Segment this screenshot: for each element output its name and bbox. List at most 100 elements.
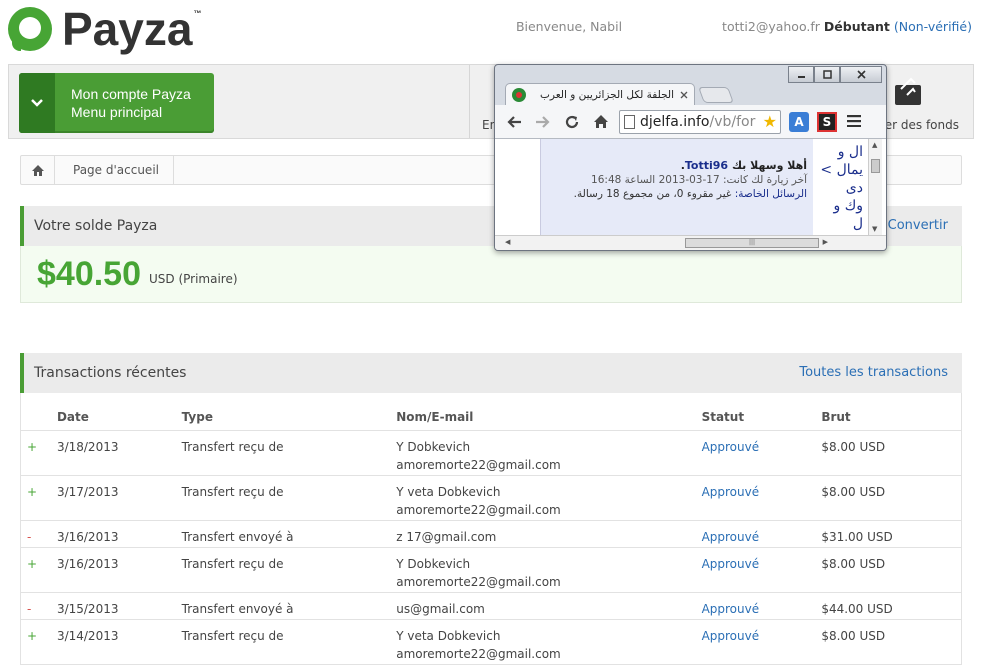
tx-type: Transfert reçu de: [181, 557, 284, 571]
tab-title: الجلفة لكل الجزائريين و العرب: [540, 88, 674, 101]
page-icon: [624, 114, 635, 129]
tx-status-link[interactable]: Approuvé: [702, 627, 822, 664]
col-name-email[interactable]: Nom/E-mail: [396, 410, 701, 424]
browser-tab[interactable]: الجلفة لكل الجزائريين و العرب: [505, 83, 695, 105]
tx-status-link[interactable]: Approuvé: [702, 438, 822, 475]
table-row[interactable]: - 3/16/2013 Transfert envoyé à z 17@gmai…: [21, 521, 961, 548]
side-line[interactable]: ل: [813, 215, 863, 233]
table-row[interactable]: + 3/14/2013 Transfert reçu de Y veta Dob…: [21, 620, 961, 665]
tx-email: us@gmail.com: [396, 602, 485, 616]
back-arrow-icon[interactable]: [503, 111, 525, 133]
username-link[interactable]: Totti96: [685, 159, 728, 172]
tab-close-icon[interactable]: [680, 88, 688, 102]
scroll-thumb[interactable]: |||: [685, 238, 819, 248]
last-visit: آخر زيارة لك كانت: 17-03-2013 الساعة 16:…: [591, 174, 807, 186]
tx-status-link[interactable]: Approuvé: [702, 528, 822, 547]
tx-email: z 17@gmail.com: [396, 530, 497, 544]
side-line[interactable]: ال و: [813, 143, 863, 161]
table-row[interactable]: - 3/15/2013 Transfert envoyé à us@gmail.…: [21, 593, 961, 620]
s-extension-icon[interactable]: S: [817, 111, 837, 132]
translate-extension-icon[interactable]: A: [789, 111, 809, 132]
side-line[interactable]: يمال >: [813, 161, 863, 179]
payza-logo[interactable]: Payza™: [8, 3, 201, 55]
divider: [469, 65, 470, 138]
welcome-line: أهلا وسهلا بك Totti96.: [680, 159, 807, 172]
maximize-icon[interactable]: [814, 66, 840, 83]
col-gross[interactable]: Brut: [821, 410, 961, 424]
balance-amount: $40.50: [37, 254, 141, 293]
tx-name: Y veta Dobkevich: [396, 629, 501, 643]
account-level: Débutant: [823, 19, 890, 34]
transactions-header: Transactions récentes Toutes les transac…: [20, 353, 962, 393]
user-info: Bienvenue, Nabil totti2@yahoo.fr Débutan…: [516, 19, 972, 34]
tx-name: Y Dobkevich: [396, 557, 471, 571]
tx-type: Transfert reçu de: [181, 629, 284, 643]
browser-window[interactable]: الجلفة لكل الجزائريين و العرب djelfa.inf…: [494, 64, 887, 251]
tx-name: Y Dobkevich: [396, 440, 471, 454]
address-bar[interactable]: djelfa.info/vb/for ★: [619, 109, 781, 134]
all-transactions-link[interactable]: Toutes les transactions: [799, 365, 948, 380]
tx-date: 3/15/2013: [56, 602, 119, 616]
breadcrumb-item-home[interactable]: Page d'accueil: [55, 156, 174, 184]
welcome-panel: أهلا وسهلا بك Totti96. آخر زيارة لك كانت…: [541, 139, 813, 235]
reload-icon[interactable]: [561, 111, 583, 133]
tx-status-link[interactable]: Approuvé: [702, 555, 822, 592]
scroll-left-icon[interactable]: ◀: [505, 238, 510, 246]
tx-amount: $31.00 USD: [821, 530, 893, 544]
table-row[interactable]: + 3/16/2013 Transfert reçu de Y Dobkevic…: [21, 548, 961, 593]
main-menu-button[interactable]: Mon compte Payza Menu principal: [19, 73, 214, 133]
convert-link[interactable]: Convertir: [888, 218, 948, 233]
menu-subtitle: Menu principal: [71, 104, 163, 120]
new-tab-button[interactable]: [698, 87, 734, 103]
payza-logo-icon: [8, 7, 52, 51]
home-icon[interactable]: [590, 111, 612, 133]
tx-amount: $8.00 USD: [821, 440, 886, 454]
scroll-thumb[interactable]: [871, 159, 880, 173]
bookmark-star-icon[interactable]: ★: [763, 112, 777, 131]
browser-content: أهلا وسهلا بك Totti96. آخر زيارة لك كانت…: [495, 139, 886, 235]
forward-arrow-icon[interactable]: [532, 111, 554, 133]
tx-date: 3/16/2013: [56, 530, 119, 544]
tx-amount: $8.00 USD: [821, 557, 886, 571]
horizontal-scrollbar[interactable]: ◀ ||| ▶: [495, 235, 886, 250]
chevron-down-icon: [19, 73, 55, 133]
scroll-down-icon[interactable]: ▼: [872, 225, 877, 233]
wallet-icon: [893, 75, 925, 107]
tx-date: 3/17/2013: [56, 485, 119, 499]
col-date[interactable]: Date: [57, 410, 182, 424]
scroll-right-icon[interactable]: ▶: [823, 238, 828, 246]
balance-panel: $40.50 USD (Primaire): [20, 246, 962, 303]
tx-status-link[interactable]: Approuvé: [702, 483, 822, 520]
tx-email: amoremorte22@gmail.com: [396, 575, 561, 589]
tx-amount: $44.00 USD: [821, 602, 893, 616]
close-icon[interactable]: [840, 66, 882, 83]
user-email: totti2@yahoo.fr: [722, 19, 820, 34]
balance-title: Votre solde Payza: [34, 218, 158, 234]
sidebar-text: ال و يمال > دى وك و ل: [813, 139, 867, 235]
table-row[interactable]: + 3/17/2013 Transfert reçu de Y veta Dob…: [21, 476, 961, 521]
verification-link[interactable]: (Non-vérifié): [894, 19, 972, 34]
table-header-row: Date Type Nom/E-mail Statut Brut: [21, 393, 961, 431]
tx-status-link[interactable]: Approuvé: [702, 600, 822, 619]
pm-link[interactable]: الرسائل الخاصة:: [735, 188, 807, 200]
tx-amount: $8.00 USD: [821, 629, 886, 643]
transactions-table: Date Type Nom/E-mail Statut Brut + 3/18/…: [20, 393, 962, 665]
table-row[interactable]: + 3/18/2013 Transfert reçu de Y Dobkevic…: [21, 431, 961, 476]
home-icon[interactable]: [21, 156, 55, 184]
tx-type: Transfert reçu de: [181, 440, 284, 454]
side-line[interactable]: وك و: [813, 197, 863, 215]
col-status[interactable]: Statut: [702, 410, 822, 424]
tx-sign: -: [27, 602, 32, 616]
col-type[interactable]: Type: [182, 410, 397, 424]
tx-sign: -: [27, 530, 32, 544]
scroll-up-icon[interactable]: ▲: [872, 141, 877, 149]
window-controls: [788, 66, 882, 83]
minimize-icon[interactable]: [788, 66, 814, 83]
tx-date: 3/16/2013: [56, 557, 119, 571]
side-line[interactable]: دى: [813, 179, 863, 197]
withdraw-funds-link[interactable]: er des fonds: [885, 118, 959, 132]
tx-email: amoremorte22@gmail.com: [396, 647, 561, 661]
vertical-scrollbar[interactable]: ▲ ▼: [868, 139, 882, 235]
tx-date: 3/14/2013: [56, 629, 119, 643]
chrome-menu-icon[interactable]: [847, 112, 861, 131]
